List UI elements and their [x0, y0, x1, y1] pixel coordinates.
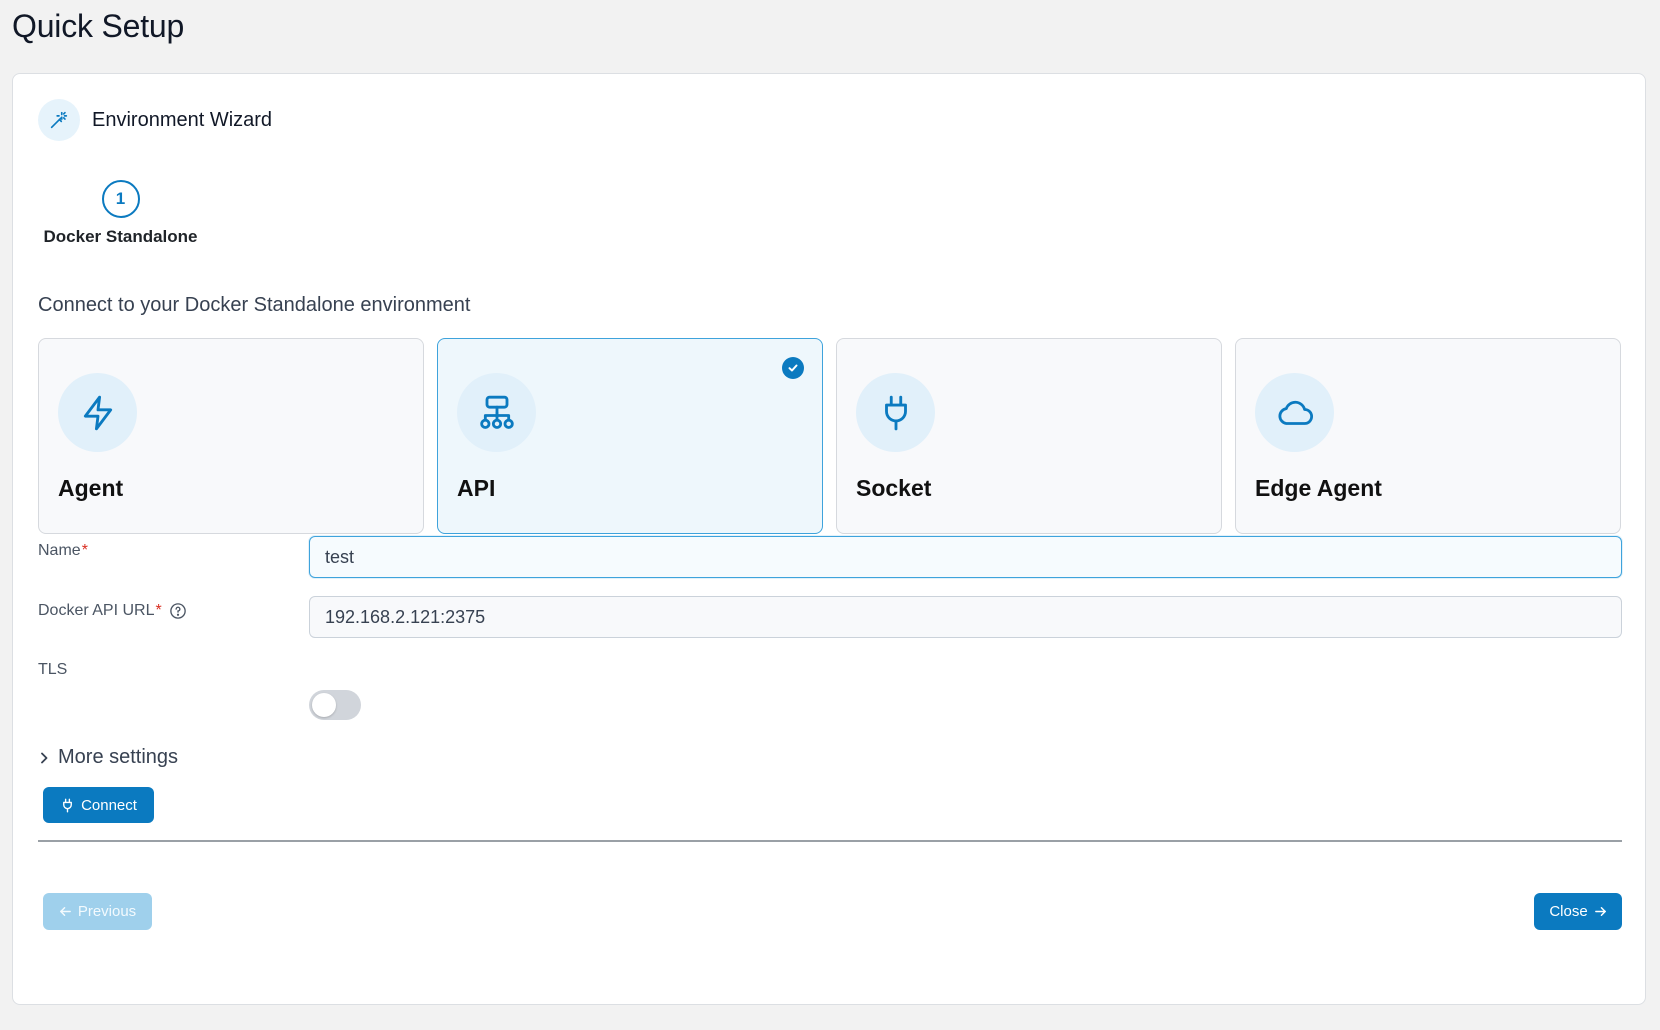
environment-type-options: Agent API Socket Edge Agent [38, 338, 1621, 534]
name-input[interactable] [309, 536, 1622, 578]
step-number: 1 [101, 180, 140, 218]
more-settings-label: More settings [58, 746, 179, 768]
option-socket[interactable]: Socket [836, 338, 1222, 534]
toggle-knob [312, 693, 336, 717]
close-button-label: Close [1549, 903, 1588, 920]
docker-api-url-label-text: Docker API URL [38, 602, 155, 619]
name-label-row: Name * [38, 542, 88, 560]
lightning-icon [58, 373, 137, 452]
previous-button-label: Previous [77, 903, 137, 920]
option-label: Socket [856, 475, 932, 501]
chevron-right-icon [38, 751, 50, 765]
docker-api-url-input[interactable] [309, 596, 1622, 638]
arrow-right-icon [1594, 905, 1607, 918]
name-label-text: Name [38, 542, 81, 559]
plug-icon [60, 798, 75, 813]
more-settings-toggle[interactable]: More settings [38, 746, 178, 769]
docker-api-url-label: Docker API URL * [38, 602, 187, 620]
option-label: API [457, 475, 496, 501]
close-button[interactable]: Close [1534, 893, 1622, 930]
required-mark: * [81, 542, 88, 559]
divider [38, 840, 1622, 842]
cloud-icon [1255, 373, 1334, 452]
required-mark: * [155, 602, 162, 619]
check-icon [782, 357, 804, 379]
option-label: Edge Agent [1255, 475, 1382, 501]
magic-wand-icon [38, 99, 80, 141]
connect-button-label: Connect [81, 796, 137, 814]
tls-label: TLS [38, 661, 68, 678]
plug-icon [856, 373, 935, 452]
help-circle-icon[interactable] [169, 602, 187, 620]
name-label: Name * [38, 542, 88, 560]
wizard-card: Environment Wizard 1 Docker Standalone C… [12, 73, 1646, 1005]
connect-heading: Connect to your Docker Standalone enviro… [38, 294, 471, 316]
docker-api-url-label-row: Docker API URL * [38, 602, 187, 620]
option-edge-agent[interactable]: Edge Agent [1235, 338, 1621, 534]
wizard-stepper: 1 Docker Standalone [38, 180, 203, 247]
wizard-title: Environment Wizard [92, 108, 273, 131]
step-label: Docker Standalone [43, 227, 198, 246]
previous-button[interactable]: Previous [43, 893, 152, 930]
connect-button[interactable]: Connect [43, 787, 154, 823]
tls-toggle[interactable] [309, 690, 361, 720]
network-icon [457, 373, 536, 452]
option-agent[interactable]: Agent [38, 338, 424, 534]
arrow-left-icon [59, 905, 72, 918]
tls-label-row: TLS [38, 661, 67, 679]
wizard-header: Environment Wizard [38, 99, 272, 141]
option-label: Agent [58, 475, 124, 501]
page-title: Quick Setup [12, 8, 185, 44]
option-api[interactable]: API [437, 338, 823, 534]
